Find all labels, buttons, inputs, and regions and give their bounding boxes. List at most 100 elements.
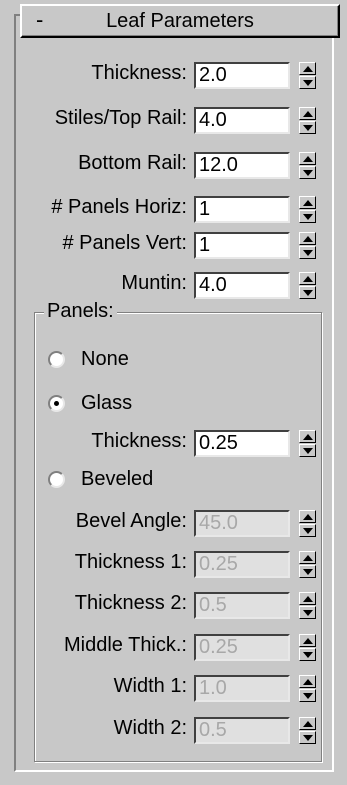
thickness-1-field[interactable]: 0.25 bbox=[194, 551, 290, 578]
bevel-angle-label: Bevel Angle: bbox=[75, 510, 187, 532]
spinner-up-button[interactable] bbox=[299, 272, 316, 285]
thickness-spinner[interactable] bbox=[299, 62, 316, 89]
arrow-down-icon bbox=[303, 693, 313, 699]
arrow-down-icon bbox=[303, 528, 313, 534]
width-1-label: Width 1: bbox=[113, 675, 187, 697]
panels-horiz-label: # Panels Horiz: bbox=[51, 196, 187, 218]
arrow-down-icon bbox=[303, 80, 313, 86]
arrow-down-icon bbox=[303, 735, 313, 741]
arrow-down-icon bbox=[303, 290, 313, 296]
panels-group-title: Panels: bbox=[44, 300, 117, 323]
spinner-down-button[interactable] bbox=[299, 565, 316, 578]
radio-beveled-label: Beveled bbox=[81, 468, 154, 490]
width-2-label: Width 2: bbox=[113, 717, 187, 739]
thickness-2-field[interactable]: 0.5 bbox=[194, 592, 290, 619]
arrow-down-icon bbox=[303, 448, 313, 454]
spinner-up-button[interactable] bbox=[299, 551, 316, 564]
arrow-down-icon bbox=[303, 214, 313, 220]
arrow-up-icon bbox=[303, 679, 313, 685]
spinner-up-button[interactable] bbox=[299, 592, 316, 605]
bevel-angle-spinner[interactable] bbox=[299, 510, 316, 537]
thickness-1-spinner[interactable] bbox=[299, 551, 316, 578]
middle-thick-spinner[interactable] bbox=[299, 634, 316, 661]
muntin-label: Muntin: bbox=[121, 272, 187, 294]
stiles-top-rail-spinner[interactable] bbox=[299, 107, 316, 134]
muntin-spinner[interactable] bbox=[299, 272, 316, 299]
width-2-field[interactable]: 0.5 bbox=[194, 717, 290, 744]
bottom-rail-field[interactable]: 12.0 bbox=[194, 152, 290, 179]
arrow-up-icon bbox=[303, 638, 313, 644]
spinner-down-button[interactable] bbox=[299, 76, 316, 89]
spinner-down-button[interactable] bbox=[299, 210, 316, 223]
thickness-label: Thickness: bbox=[91, 62, 187, 84]
arrow-up-icon bbox=[303, 276, 313, 282]
radio-button-beveled[interactable] bbox=[48, 471, 65, 488]
spinner-down-button[interactable] bbox=[299, 246, 316, 259]
radio-button-none[interactable] bbox=[48, 351, 65, 368]
spinner-down-button[interactable] bbox=[299, 524, 316, 537]
panels-vert-label: # Panels Vert: bbox=[62, 232, 187, 254]
spinner-up-button[interactable] bbox=[299, 634, 316, 647]
spinner-down-button[interactable] bbox=[299, 689, 316, 702]
glass-thickness-field[interactable]: 0.25 bbox=[194, 430, 290, 457]
spinner-up-button[interactable] bbox=[299, 196, 316, 209]
spinner-up-button[interactable] bbox=[299, 430, 316, 443]
width-1-field[interactable]: 1.0 bbox=[194, 675, 290, 702]
bottom-rail-spinner[interactable] bbox=[299, 152, 316, 179]
rollout-header-button[interactable]: - Leaf Parameters bbox=[20, 4, 340, 38]
spinner-down-button[interactable] bbox=[299, 444, 316, 457]
spinner-up-button[interactable] bbox=[299, 152, 316, 165]
glass-thickness-label: Thickness: bbox=[91, 430, 187, 452]
thickness-1-label: Thickness 1: bbox=[74, 551, 187, 573]
radio-glass-label: Glass bbox=[81, 392, 133, 414]
arrow-up-icon bbox=[303, 66, 313, 72]
panels-horiz-spinner[interactable] bbox=[299, 196, 316, 223]
arrow-up-icon bbox=[303, 514, 313, 520]
thickness-field[interactable]: 2.0 bbox=[194, 62, 290, 89]
spinner-down-button[interactable] bbox=[299, 166, 316, 179]
spinner-up-button[interactable] bbox=[299, 717, 316, 730]
stiles-top-rail-field[interactable]: 4.0 bbox=[194, 107, 290, 134]
arrow-down-icon bbox=[303, 610, 313, 616]
bottom-rail-label: Bottom Rail: bbox=[78, 152, 187, 174]
arrow-up-icon bbox=[303, 721, 313, 727]
arrow-up-icon bbox=[303, 156, 313, 162]
thickness-2-label: Thickness 2: bbox=[74, 592, 187, 614]
arrow-down-icon bbox=[303, 125, 313, 131]
radio-button-glass[interactable] bbox=[48, 395, 65, 412]
middle-thick-label: Middle Thick.: bbox=[63, 634, 187, 656]
panels-vert-field[interactable]: 1 bbox=[194, 232, 290, 259]
arrow-up-icon bbox=[303, 200, 313, 206]
spinner-up-button[interactable] bbox=[299, 232, 316, 245]
width-1-spinner[interactable] bbox=[299, 675, 316, 702]
spinner-down-button[interactable] bbox=[299, 606, 316, 619]
arrow-up-icon bbox=[303, 596, 313, 602]
arrow-down-icon bbox=[303, 569, 313, 575]
stiles-top-rail-label: Stiles/Top Rail: bbox=[54, 107, 187, 129]
arrow-up-icon bbox=[303, 555, 313, 561]
rollout-title: Leaf Parameters bbox=[106, 10, 254, 32]
spinner-up-button[interactable] bbox=[299, 62, 316, 75]
muntin-field[interactable]: 4.0 bbox=[194, 272, 290, 299]
panels-horiz-field[interactable]: 1 bbox=[194, 196, 290, 223]
glass-thickness-spinner[interactable] bbox=[299, 430, 316, 457]
bevel-angle-field[interactable]: 45.0 bbox=[194, 510, 290, 537]
arrow-down-icon bbox=[303, 170, 313, 176]
spinner-up-button[interactable] bbox=[299, 510, 316, 523]
middle-thick-field[interactable]: 0.25 bbox=[194, 634, 290, 661]
spinner-up-button[interactable] bbox=[299, 675, 316, 688]
spinner-down-button[interactable] bbox=[299, 648, 316, 661]
spinner-up-button[interactable] bbox=[299, 107, 316, 120]
spinner-down-button[interactable] bbox=[299, 731, 316, 744]
radio-selected-dot-icon bbox=[54, 401, 59, 406]
radio-none-label: None bbox=[81, 348, 129, 370]
arrow-up-icon bbox=[303, 434, 313, 440]
thickness-2-spinner[interactable] bbox=[299, 592, 316, 619]
panels-vert-spinner[interactable] bbox=[299, 232, 316, 259]
arrow-up-icon bbox=[303, 236, 313, 242]
width-2-spinner[interactable] bbox=[299, 717, 316, 744]
arrow-down-icon bbox=[303, 250, 313, 256]
spinner-down-button[interactable] bbox=[299, 286, 316, 299]
spinner-down-button[interactable] bbox=[299, 121, 316, 134]
arrow-down-icon bbox=[303, 652, 313, 658]
